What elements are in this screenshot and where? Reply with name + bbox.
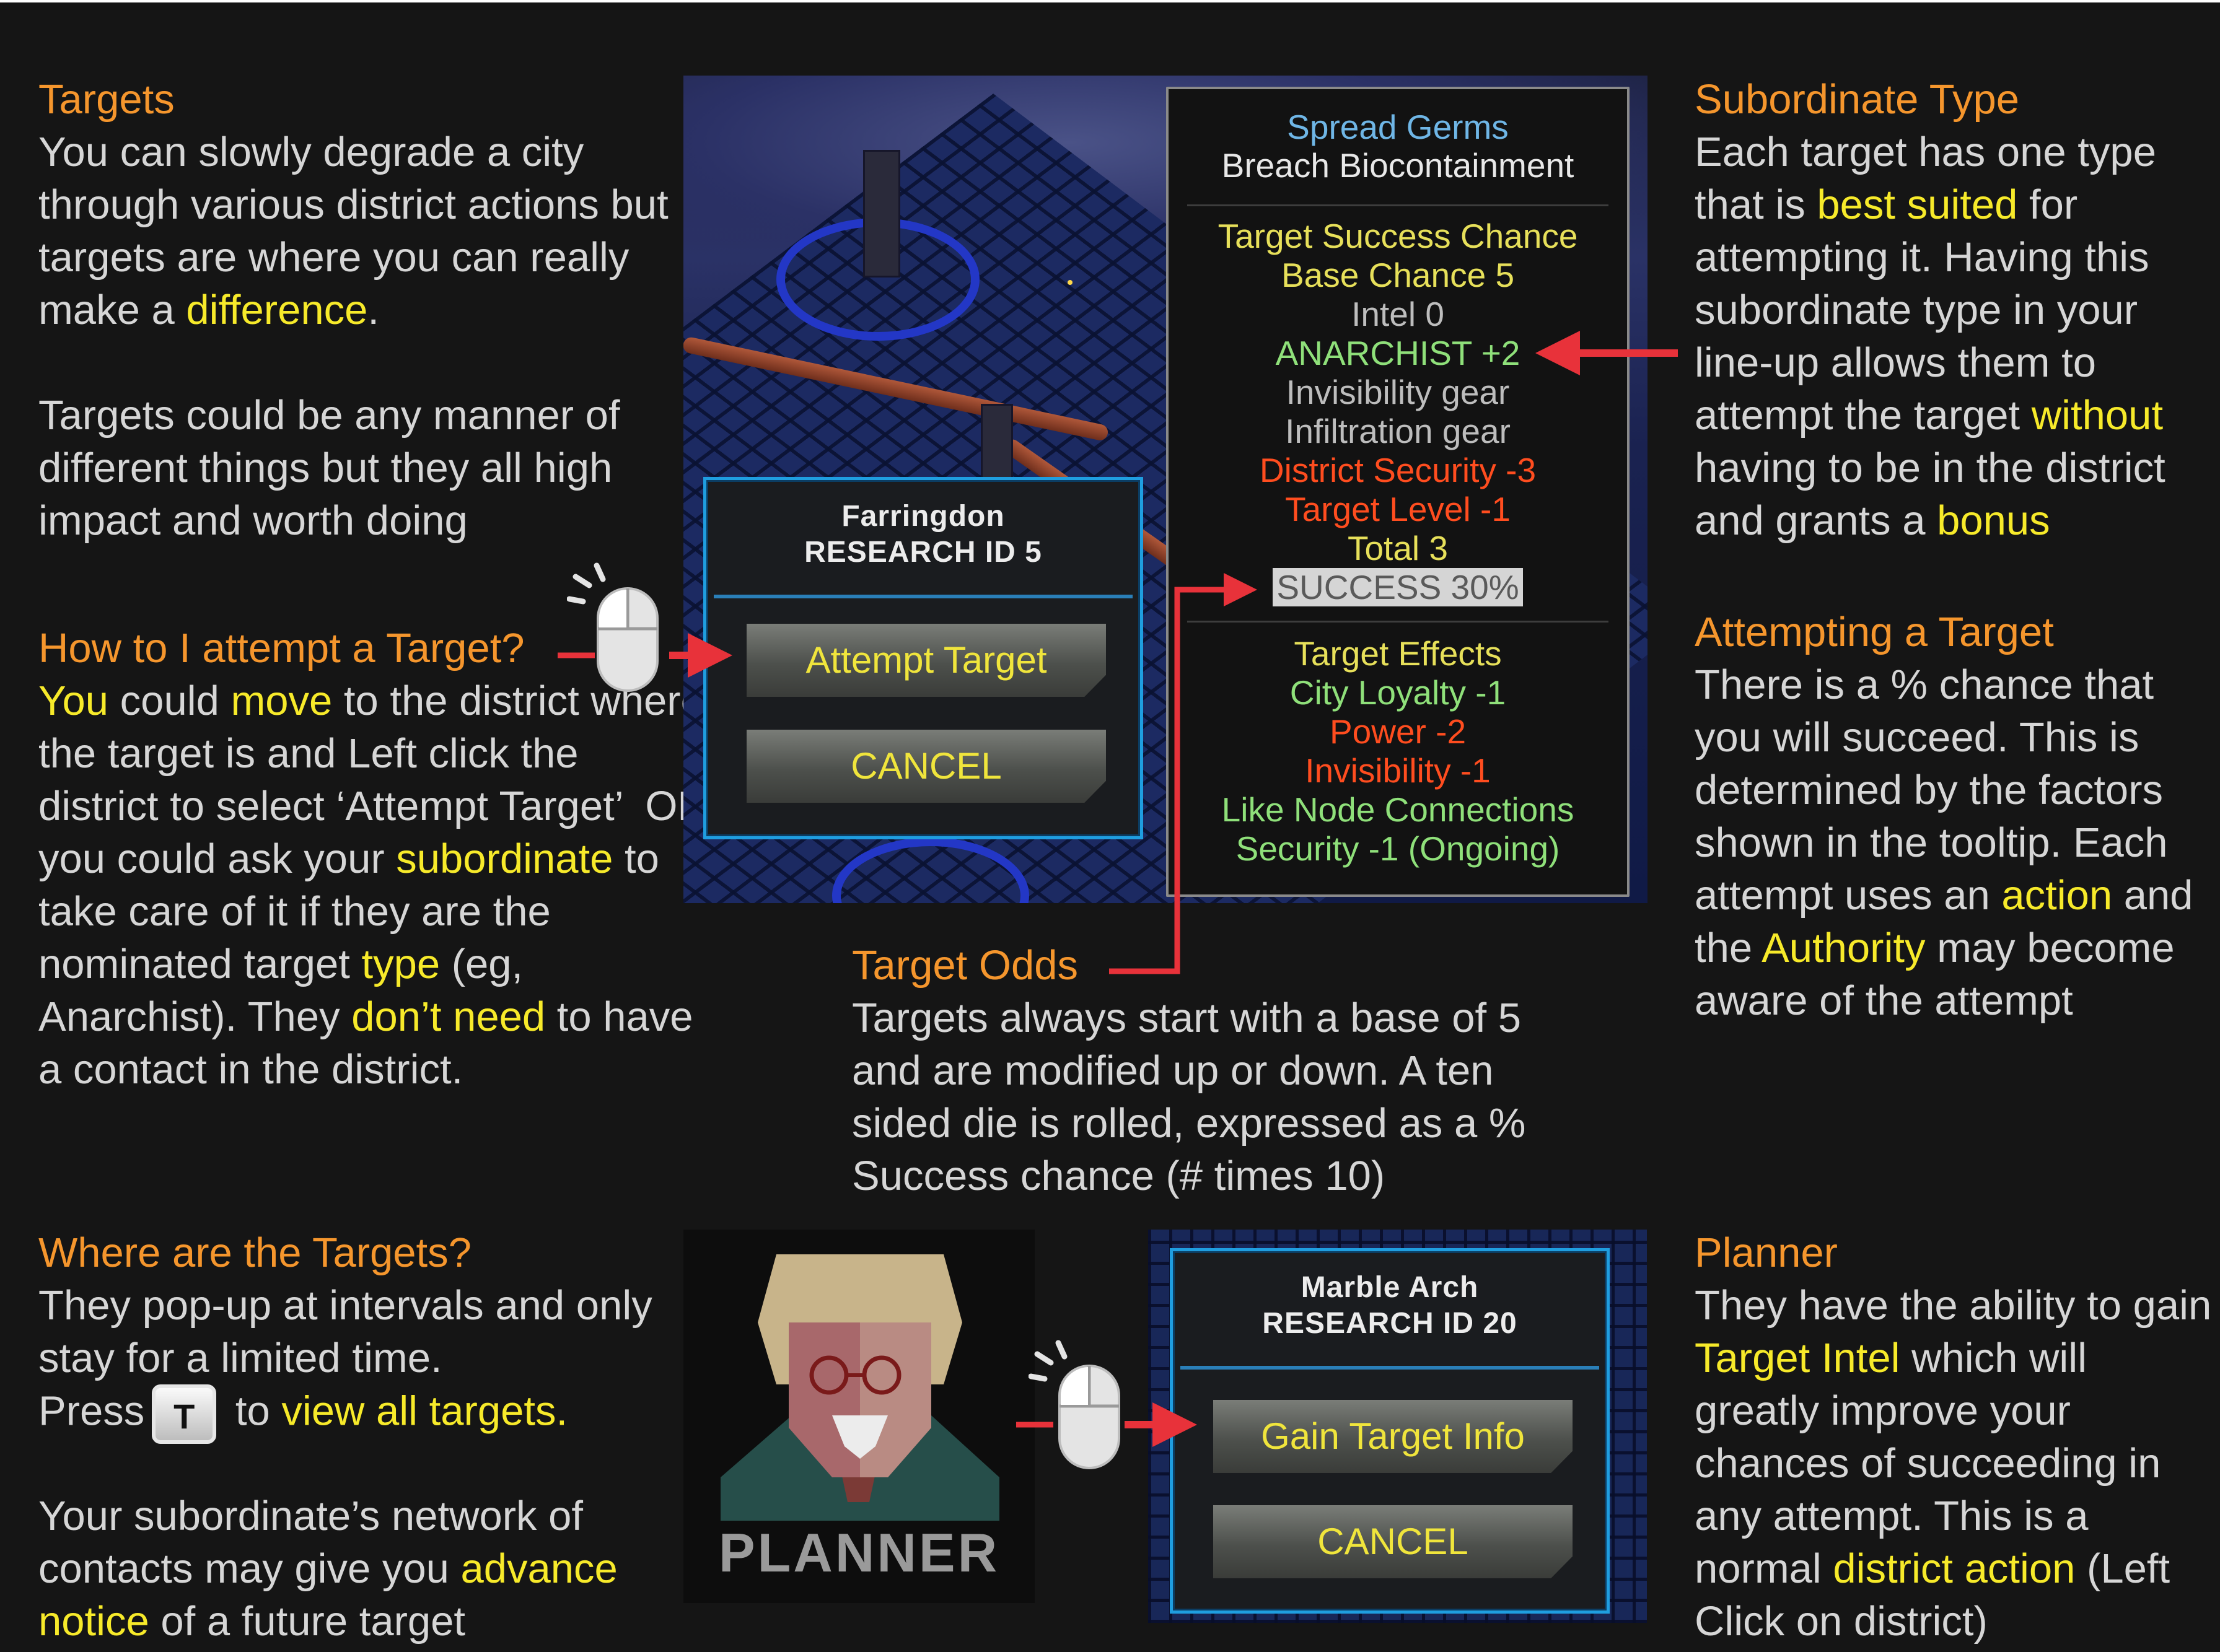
annotation-arrows [558,331,1678,1447]
arrow-success [1109,573,1257,974]
